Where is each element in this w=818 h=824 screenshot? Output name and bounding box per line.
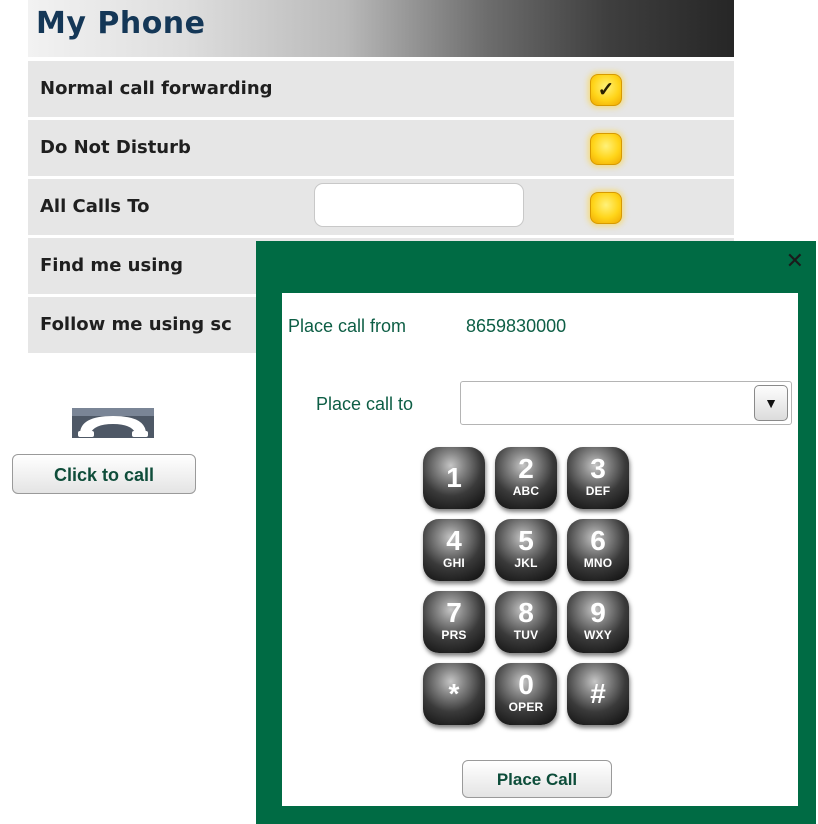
page-header: My Phone <box>28 0 734 57</box>
all-calls-to-input[interactable] <box>314 183 524 227</box>
key-digit: 3 <box>590 453 606 484</box>
key-letters: GHI <box>443 556 465 570</box>
place-call-to-select[interactable]: ▼ <box>460 381 792 425</box>
key-letters: OPER <box>508 700 544 714</box>
setting-row-all-calls-to: All Calls To <box>28 179 734 235</box>
keypad-key-hash[interactable]: # <box>567 663 629 725</box>
key-digit: 2 <box>518 453 534 484</box>
keypad-key-8[interactable]: 8 TUV <box>495 591 557 653</box>
keypad-key-9[interactable]: 9 WXY <box>567 591 629 653</box>
key-digit: 0 <box>518 669 534 700</box>
setting-row-normal-call-forwarding: Normal call forwarding ✓ <box>28 61 734 117</box>
checkmark-icon: ✓ <box>597 79 615 101</box>
setting-label: Follow me using sc <box>40 314 232 335</box>
key-digit: 6 <box>590 525 606 556</box>
keypad-key-1[interactable]: 1 <box>423 447 485 509</box>
place-call-to-label: Place call to <box>316 394 414 414</box>
place-call-from-number: 8659830000 <box>466 316 567 336</box>
setting-label: Do Not Disturb <box>40 137 191 158</box>
key-letters: DEF <box>585 484 611 498</box>
page-title: My Phone <box>36 6 206 41</box>
key-digit: 1 <box>446 462 462 493</box>
dropdown-arrow-icon[interactable]: ▼ <box>754 385 788 421</box>
keypad-key-5[interactable]: 5 JKL <box>495 519 557 581</box>
keypad-key-6[interactable]: 6 MNO <box>567 519 629 581</box>
key-digit: 5 <box>518 525 534 556</box>
key-letters: TUV <box>513 628 539 642</box>
key-digit: 8 <box>518 597 534 628</box>
phone-handset-icon[interactable] <box>72 408 154 438</box>
do-not-disturb-checkbox[interactable] <box>590 133 622 165</box>
keypad-key-7[interactable]: 7 PRS <box>423 591 485 653</box>
key-letters: PRS <box>441 628 467 642</box>
keypad-key-3[interactable]: 3 DEF <box>567 447 629 509</box>
keypad-key-4[interactable]: 4 GHI <box>423 519 485 581</box>
key-letters: ABC <box>512 484 540 498</box>
key-letters: MNO <box>583 556 613 570</box>
setting-label: All Calls To <box>40 196 150 217</box>
key-digit: # <box>590 678 606 709</box>
close-icon[interactable]: ✕ <box>786 249 804 274</box>
click-to-call-button[interactable]: Click to call <box>12 454 196 494</box>
dialog-panel: Place call from 8659830000 Place call to… <box>282 293 798 806</box>
setting-row-do-not-disturb: Do Not Disturb <box>28 120 734 176</box>
key-letters: WXY <box>584 628 612 642</box>
place-call-dialog: ✕ Place call from 8659830000 Place call … <box>256 241 816 824</box>
setting-label: Normal call forwarding <box>40 78 273 99</box>
setting-label: Find me using <box>40 255 184 276</box>
keypad-key-star[interactable]: * <box>423 663 485 725</box>
keypad-key-0[interactable]: 0 OPER <box>495 663 557 725</box>
key-digit: 9 <box>590 597 606 628</box>
key-digit: 4 <box>446 525 462 556</box>
normal-call-forwarding-checkbox[interactable]: ✓ <box>590 74 622 106</box>
key-digit: * <box>448 678 460 709</box>
place-call-from-label: Place call from <box>288 316 407 336</box>
all-calls-to-checkbox[interactable] <box>590 192 622 224</box>
place-call-button[interactable]: Place Call <box>462 760 612 798</box>
key-letters: JKL <box>514 556 538 570</box>
key-digit: 7 <box>446 597 462 628</box>
keypad-key-2[interactable]: 2 ABC <box>495 447 557 509</box>
